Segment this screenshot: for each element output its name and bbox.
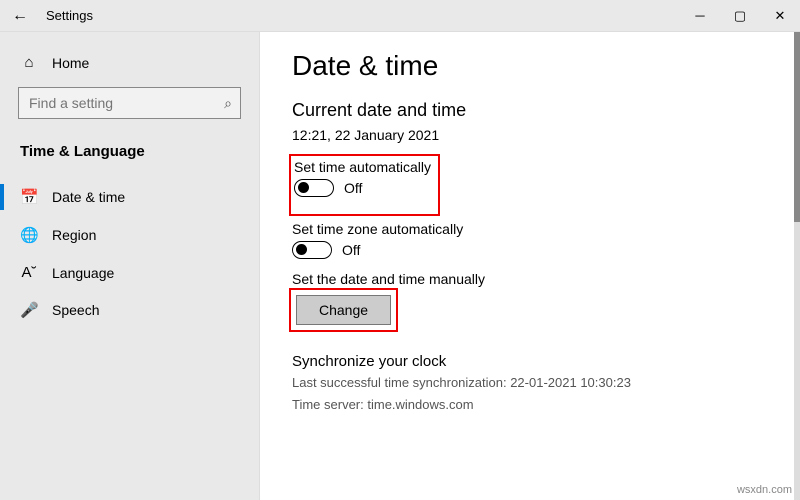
main-content: Date & time Current date and time 12:21,… (260, 32, 800, 500)
set-time-auto-state: Off (344, 180, 362, 196)
sidebar-item-label: Region (52, 227, 96, 243)
sidebar-category: Time & Language (0, 137, 259, 178)
watermark: wsxdn.com (737, 484, 792, 496)
close-button[interactable]: ✕ (760, 0, 800, 32)
sidebar: ⌂ Home ⌕ Time & Language 📅 Date & time 🌐… (0, 32, 260, 500)
minimize-button[interactable]: ─ (680, 0, 720, 32)
sidebar-home-label: Home (52, 55, 89, 71)
sidebar-item-language[interactable]: A˘ Language (0, 254, 259, 291)
sidebar-home[interactable]: ⌂ Home (0, 46, 259, 87)
globe-icon: 🌐 (20, 226, 38, 244)
set-tz-auto-label: Set time zone automatically (292, 221, 768, 237)
highlight-set-time-auto: Set time automatically Off (292, 157, 437, 213)
titlebar: ← Settings ─ ▢ ✕ (0, 0, 800, 32)
sync-title: Synchronize your clock (292, 353, 768, 370)
highlight-change-button: Change (292, 291, 395, 329)
set-time-auto-toggle[interactable] (294, 179, 334, 197)
maximize-button[interactable]: ▢ (720, 0, 760, 32)
current-datetime-title: Current date and time (292, 100, 768, 121)
sync-last: Last successful time synchronization: 22… (292, 374, 768, 392)
sidebar-item-label: Speech (52, 302, 99, 318)
search-input[interactable] (27, 94, 224, 112)
microphone-icon: 🎤 (20, 301, 38, 319)
language-icon: A˘ (20, 264, 38, 281)
scrollbar-thumb[interactable] (794, 32, 800, 222)
sidebar-item-region[interactable]: 🌐 Region (0, 216, 259, 254)
window-controls: ─ ▢ ✕ (680, 0, 800, 32)
set-tz-auto-toggle[interactable] (292, 241, 332, 259)
current-datetime-value: 12:21, 22 January 2021 (292, 127, 768, 143)
sidebar-item-date-time[interactable]: 📅 Date & time (0, 178, 259, 216)
page-title: Date & time (292, 50, 768, 82)
set-time-auto-label: Set time automatically (294, 159, 431, 175)
calendar-icon: 📅 (20, 188, 38, 206)
sync-server: Time server: time.windows.com (292, 396, 768, 414)
sidebar-item-speech[interactable]: 🎤 Speech (0, 291, 259, 329)
sidebar-item-label: Language (52, 265, 114, 281)
set-tz-auto-state: Off (342, 242, 360, 258)
home-icon: ⌂ (20, 54, 38, 71)
window-title: Settings (40, 8, 680, 23)
search-box[interactable]: ⌕ (18, 87, 241, 119)
search-icon: ⌕ (224, 95, 232, 112)
sidebar-item-label: Date & time (52, 189, 125, 205)
change-button[interactable]: Change (296, 295, 391, 325)
manual-label: Set the date and time manually (292, 271, 768, 287)
back-button[interactable]: ← (0, 7, 40, 25)
scrollbar-track[interactable] (794, 32, 800, 500)
